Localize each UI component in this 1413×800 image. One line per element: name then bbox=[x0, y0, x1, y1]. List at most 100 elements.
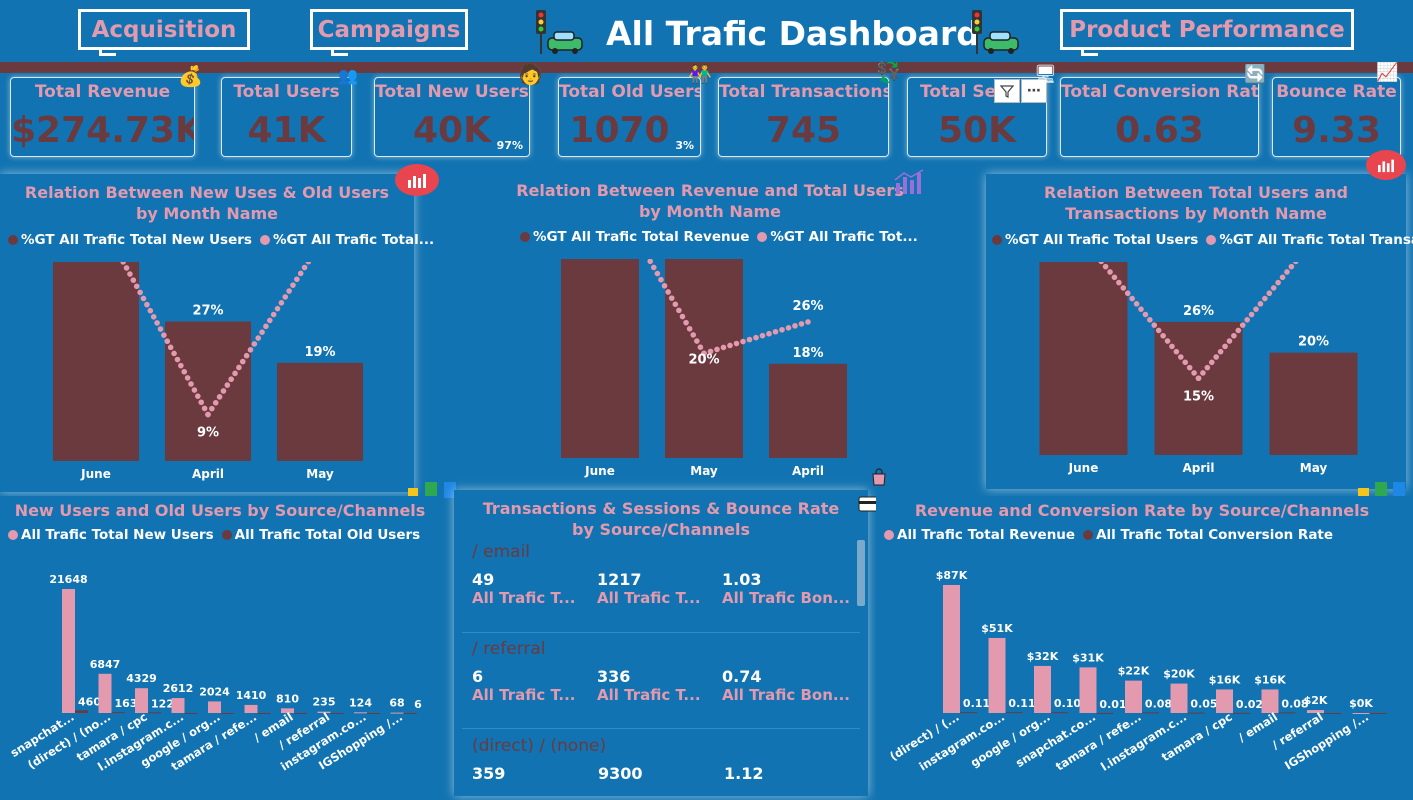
bar bbox=[53, 262, 139, 461]
kpi-label: Total Conversion Rate bbox=[1061, 82, 1259, 102]
kpi-total-conversion-rate: Total Conversion Rate 0.63 bbox=[1060, 77, 1259, 157]
line-dot bbox=[171, 350, 177, 357]
nav-campaigns-button[interactable]: Campaigns bbox=[310, 9, 468, 56]
bar-data-label: 6847 bbox=[90, 658, 121, 671]
line-dot bbox=[184, 375, 191, 381]
group-name: / email bbox=[472, 542, 531, 562]
line-dot bbox=[1129, 295, 1135, 302]
bar-data-label: 2024 bbox=[199, 685, 230, 698]
line-dot bbox=[259, 329, 265, 335]
line-dot bbox=[1124, 290, 1131, 297]
bar bbox=[98, 673, 112, 713]
line-dot bbox=[650, 264, 657, 271]
line-dot bbox=[255, 335, 262, 341]
nav-product-performance-button[interactable]: Product Performance bbox=[1060, 9, 1354, 56]
line-dot bbox=[686, 325, 693, 332]
bar bbox=[367, 713, 380, 714]
conversion-icon: 🔄 bbox=[1244, 64, 1267, 85]
bar bbox=[403, 712, 417, 714]
line-dot bbox=[1239, 322, 1246, 328]
bar-data-label: $31K bbox=[1072, 651, 1104, 664]
line-dot bbox=[665, 289, 671, 295]
chart-plot: 21648460snapchat...6847163(direct) / (no… bbox=[8, 573, 422, 774]
line-dot bbox=[1120, 285, 1127, 291]
line-dot bbox=[672, 301, 679, 308]
bar-data-label: 4329 bbox=[126, 672, 157, 685]
value: 0.74 bbox=[722, 667, 762, 686]
line-data-label: 26% bbox=[792, 299, 823, 314]
line-dot bbox=[1288, 263, 1295, 270]
line-dot bbox=[1182, 359, 1189, 366]
bar bbox=[1261, 689, 1279, 713]
label: All Trafic Bon... bbox=[722, 589, 850, 607]
bar-data-label: 124 bbox=[349, 696, 372, 709]
chart-title: Relation Between Revenue and Total Users… bbox=[516, 181, 904, 221]
chart-icon-badge bbox=[1366, 150, 1406, 180]
x-tick-label: June bbox=[584, 464, 615, 478]
line-dot bbox=[220, 388, 227, 394]
bar-data-label: 2612 bbox=[163, 682, 194, 695]
bar-data-label: 1410 bbox=[236, 689, 267, 702]
line-dot bbox=[140, 295, 147, 302]
chart-title: Relation Between New Uses & Old Users by… bbox=[24, 183, 390, 223]
line-dot bbox=[676, 307, 682, 314]
line-dot bbox=[294, 276, 300, 283]
line-dot bbox=[772, 328, 779, 335]
bar bbox=[943, 585, 960, 713]
scrollbar[interactable] bbox=[857, 540, 865, 606]
line-dot bbox=[798, 321, 805, 327]
bar bbox=[1079, 667, 1097, 713]
kpi-label: Total Users bbox=[233, 82, 340, 102]
chart-legend: %GT All Trafic Total Revenue %GT All Tra… bbox=[520, 229, 918, 245]
chart-plot: 54%June26%April20%May42%15%42% bbox=[1039, 262, 1358, 475]
bar bbox=[1034, 665, 1051, 713]
line-dot bbox=[1164, 338, 1171, 344]
line-dot bbox=[212, 399, 219, 406]
bar bbox=[221, 713, 234, 714]
bar-data-label: $22K bbox=[1118, 665, 1150, 678]
line-dot bbox=[1248, 311, 1255, 318]
line-dot bbox=[270, 311, 277, 318]
line-dot bbox=[123, 265, 130, 271]
label: All Trafic Bon... bbox=[722, 686, 850, 704]
line-dot bbox=[668, 295, 675, 301]
bar bbox=[184, 713, 198, 714]
line-dot bbox=[274, 305, 281, 312]
kpi-label: Total New Users bbox=[375, 82, 529, 102]
line-dot bbox=[1142, 311, 1149, 318]
legend-item-old: All Trafic Total Old Users bbox=[221, 527, 420, 543]
line-dot bbox=[1266, 290, 1273, 297]
money-chart-icon: 💰 bbox=[178, 64, 203, 88]
line-dot bbox=[733, 340, 740, 347]
line-dot bbox=[1222, 343, 1228, 350]
line-dot bbox=[766, 330, 772, 337]
line-dot bbox=[164, 338, 171, 345]
chart-users-transactions-by-month: Relation Between Total Users and Transac… bbox=[986, 174, 1413, 489]
bar bbox=[1096, 712, 1114, 714]
nav-acquisition-button[interactable]: Acquisition bbox=[78, 9, 250, 56]
line-dot bbox=[647, 259, 654, 265]
bar bbox=[769, 363, 847, 458]
bar bbox=[148, 712, 161, 714]
line-dot bbox=[759, 332, 766, 339]
kpi-value: 50K bbox=[938, 110, 1016, 151]
chart-revenue-conversion-by-source: Revenue and Conversion Rate by Source/Ch… bbox=[876, 496, 1408, 796]
kpi-label: Total Old Users bbox=[559, 82, 701, 102]
legend-item-conversion: All Trafic Total Conversion Rate bbox=[1083, 527, 1333, 543]
line-dot bbox=[697, 344, 704, 350]
bar-data-label: $16K bbox=[1254, 673, 1286, 686]
line-dot bbox=[792, 323, 798, 329]
filter-icon[interactable] bbox=[994, 79, 1020, 103]
line-dot bbox=[694, 338, 700, 344]
bounce-icon: 📈 bbox=[1376, 62, 1399, 83]
line-dot bbox=[154, 320, 160, 326]
line-dot bbox=[201, 405, 208, 412]
line-dot bbox=[266, 317, 273, 324]
line-dot bbox=[236, 364, 242, 371]
line-dot bbox=[278, 299, 285, 306]
value: 1.03 bbox=[722, 570, 762, 589]
bar-data-label: 18% bbox=[792, 346, 823, 361]
bar bbox=[1187, 712, 1205, 714]
chart-icon-badge bbox=[395, 164, 439, 196]
bar-data-label: 810 bbox=[276, 692, 299, 705]
